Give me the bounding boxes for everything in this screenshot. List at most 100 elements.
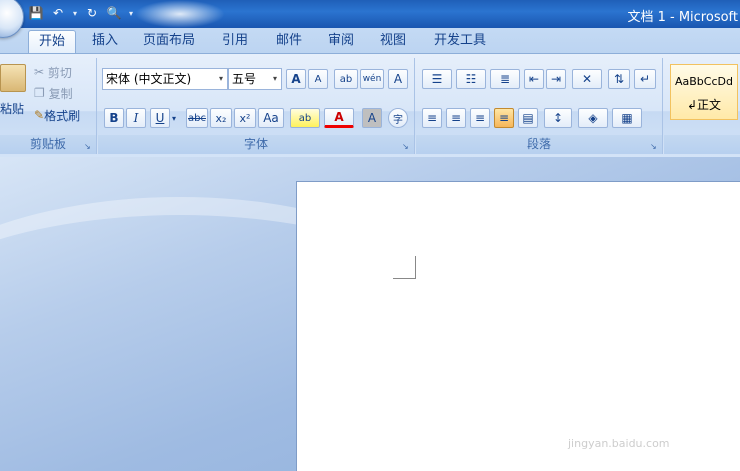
style-normal[interactable]: AaBbCcDd ↲正文 [670, 64, 738, 120]
ribbon-tabs: 开始 插入 页面布局 引用 邮件 审阅 视图 开发工具 [0, 28, 740, 53]
paste-button[interactable]: 粘贴 [0, 98, 24, 118]
enclose-character-button[interactable]: 字 [388, 108, 408, 128]
font-name-combo[interactable]: 宋体 (中文正文) ▾ [102, 68, 228, 90]
character-shading-button[interactable]: A [362, 108, 382, 128]
underline-dropdown-icon[interactable]: ▾ [172, 108, 180, 128]
justify-icon: ≡ [498, 111, 510, 125]
scissors-icon: ✂ [34, 65, 48, 79]
cut-button[interactable]: ✂ 剪切 [34, 62, 72, 82]
sort-button[interactable]: ⇅ [608, 69, 630, 89]
watermark-url: jingyan.baidu.com [568, 437, 670, 450]
highlight-button[interactable]: ab [290, 108, 320, 128]
paragraph-mark-icon: ↲ [686, 98, 698, 112]
style-sample: AaBbCcDd [675, 75, 733, 88]
clipboard-label: 剪贴板 [0, 135, 96, 154]
align-right-icon: ≡ [474, 111, 486, 125]
sort-icon: ⇅ [613, 72, 625, 86]
line-spacing-button[interactable]: ↕ [544, 108, 572, 128]
dialog-launcher-icon[interactable]: ↘ [650, 143, 658, 151]
document-workspace [0, 157, 740, 471]
format-painter-label: 格式刷 [44, 108, 81, 123]
character-border-button[interactable]: A [388, 69, 408, 89]
style-name-row: ↲正文 [671, 96, 737, 113]
align-right-button[interactable]: ≡ [470, 108, 490, 128]
chevron-down-icon: ▾ [272, 74, 277, 83]
underline-button[interactable]: U [150, 108, 170, 128]
multilevel-list-button[interactable]: ≣ [490, 69, 520, 89]
quick-access-toolbar: 💾 ↶ ▾ ↻ 🔍 ▾ [26, 4, 136, 22]
undo-dropdown-icon[interactable]: ▾ [70, 4, 80, 22]
change-case-button[interactable]: Aa [258, 108, 284, 128]
increase-indent-button[interactable]: ⇥ [546, 69, 566, 89]
tab-developer[interactable]: 开发工具 [428, 30, 492, 53]
distributed-button[interactable]: ▤ [518, 108, 538, 128]
font-group: 宋体 (中文正文) ▾ 五号 ▾ A A ab wén A B I U ▾ abc … [98, 58, 415, 154]
brush-icon: ✎ [34, 108, 45, 122]
decrease-indent-icon: ⇤ [528, 72, 540, 86]
tab-page-layout[interactable]: 页面布局 [136, 30, 202, 53]
phonetic-guide-button[interactable]: wén [360, 69, 384, 89]
ribbon: 粘贴 ✂ 剪切 ❐ 复制 ✎ 格式刷 剪贴板 ↘ 宋体 (中文正文) ▾ 五号 ▾ A… [0, 53, 740, 158]
line-spacing-icon: ↕ [552, 111, 564, 125]
justify-button[interactable]: ≡ [494, 108, 514, 128]
dialog-launcher-icon[interactable]: ↘ [84, 143, 92, 151]
save-icon[interactable]: 💾 [26, 4, 46, 22]
styles-group: AaBbCcDd ↲正文 [664, 58, 740, 154]
paragraph-group-label: 段落 [416, 135, 662, 154]
tab-review[interactable]: 审阅 [318, 30, 364, 53]
window-title: 文档 1 - Microsoft [627, 10, 738, 25]
copy-icon: ❐ [34, 86, 49, 100]
distributed-icon: ▤ [522, 111, 534, 125]
paint-bucket-icon: ◈ [588, 111, 598, 125]
show-marks-button[interactable]: ↵ [634, 69, 656, 89]
border-icon: ▦ [621, 111, 633, 125]
tab-home[interactable]: 开始 [28, 30, 76, 53]
shrink-font-button[interactable]: A [308, 69, 328, 89]
format-painter-button[interactable]: ✎ 格式刷 [34, 105, 80, 125]
copy-label: 复制 [48, 86, 73, 101]
chinese-layout-button[interactable]: ✕ [572, 69, 602, 89]
font-color-button[interactable]: A [324, 108, 354, 128]
clear-format-button[interactable]: ab [334, 69, 358, 89]
clipboard-group: 粘贴 ✂ 剪切 ❐ 复制 ✎ 格式刷 剪贴板 ↘ [0, 58, 97, 154]
align-center-icon: ≡ [450, 111, 462, 125]
italic-button[interactable]: I [126, 108, 146, 128]
dialog-launcher-icon[interactable]: ↘ [402, 143, 410, 151]
cut-label: 剪切 [47, 65, 72, 80]
tab-mailings[interactable]: 邮件 [266, 30, 312, 53]
align-left-icon: ≡ [426, 111, 438, 125]
borders-button[interactable]: ▦ [612, 108, 642, 128]
document-page[interactable] [296, 181, 740, 471]
bold-button[interactable]: B [104, 108, 124, 128]
paragraph-group: ☰ ☷ ≣ ⇤ ⇥ ✕ ⇅ ↵ ≡ ≡ ≡ ≡ ▤ ↕ ◈ ▦ 段落 ↘ [416, 58, 663, 154]
customize-qat-icon[interactable]: ▾ [126, 4, 136, 22]
style-name: 正文 [697, 98, 722, 112]
multilevel-list-icon: ≣ [499, 72, 511, 86]
bullet-list-icon: ☰ [431, 72, 443, 86]
font-group-label: 字体 [98, 135, 414, 154]
superscript-button[interactable]: x² [234, 108, 256, 128]
font-name-value: 宋体 (中文正文) [106, 72, 192, 86]
paste-icon[interactable] [0, 64, 26, 92]
grow-font-button[interactable]: A [286, 69, 306, 89]
redo-icon[interactable]: ↻ [82, 4, 102, 22]
bullets-button[interactable]: ☰ [422, 69, 452, 89]
styles-label [664, 135, 740, 154]
tab-insert[interactable]: 插入 [82, 30, 128, 53]
copy-button[interactable]: ❐ 复制 [34, 83, 73, 103]
shading-button[interactable]: ◈ [578, 108, 608, 128]
chinese-layout-icon: ✕ [581, 72, 593, 86]
align-center-button[interactable]: ≡ [446, 108, 466, 128]
chevron-down-icon: ▾ [218, 74, 223, 83]
undo-icon[interactable]: ↶ [48, 4, 68, 22]
print-preview-icon[interactable]: 🔍 [104, 4, 124, 22]
numbering-button[interactable]: ☷ [456, 69, 486, 89]
tab-references[interactable]: 引用 [212, 30, 258, 53]
tab-view[interactable]: 视图 [370, 30, 416, 53]
subscript-button[interactable]: x₂ [210, 108, 232, 128]
font-size-combo[interactable]: 五号 ▾ [228, 68, 282, 90]
align-left-button[interactable]: ≡ [422, 108, 442, 128]
paragraph-mark-icon: ↵ [639, 72, 651, 86]
decrease-indent-button[interactable]: ⇤ [524, 69, 544, 89]
strikethrough-button[interactable]: abc [186, 108, 208, 128]
